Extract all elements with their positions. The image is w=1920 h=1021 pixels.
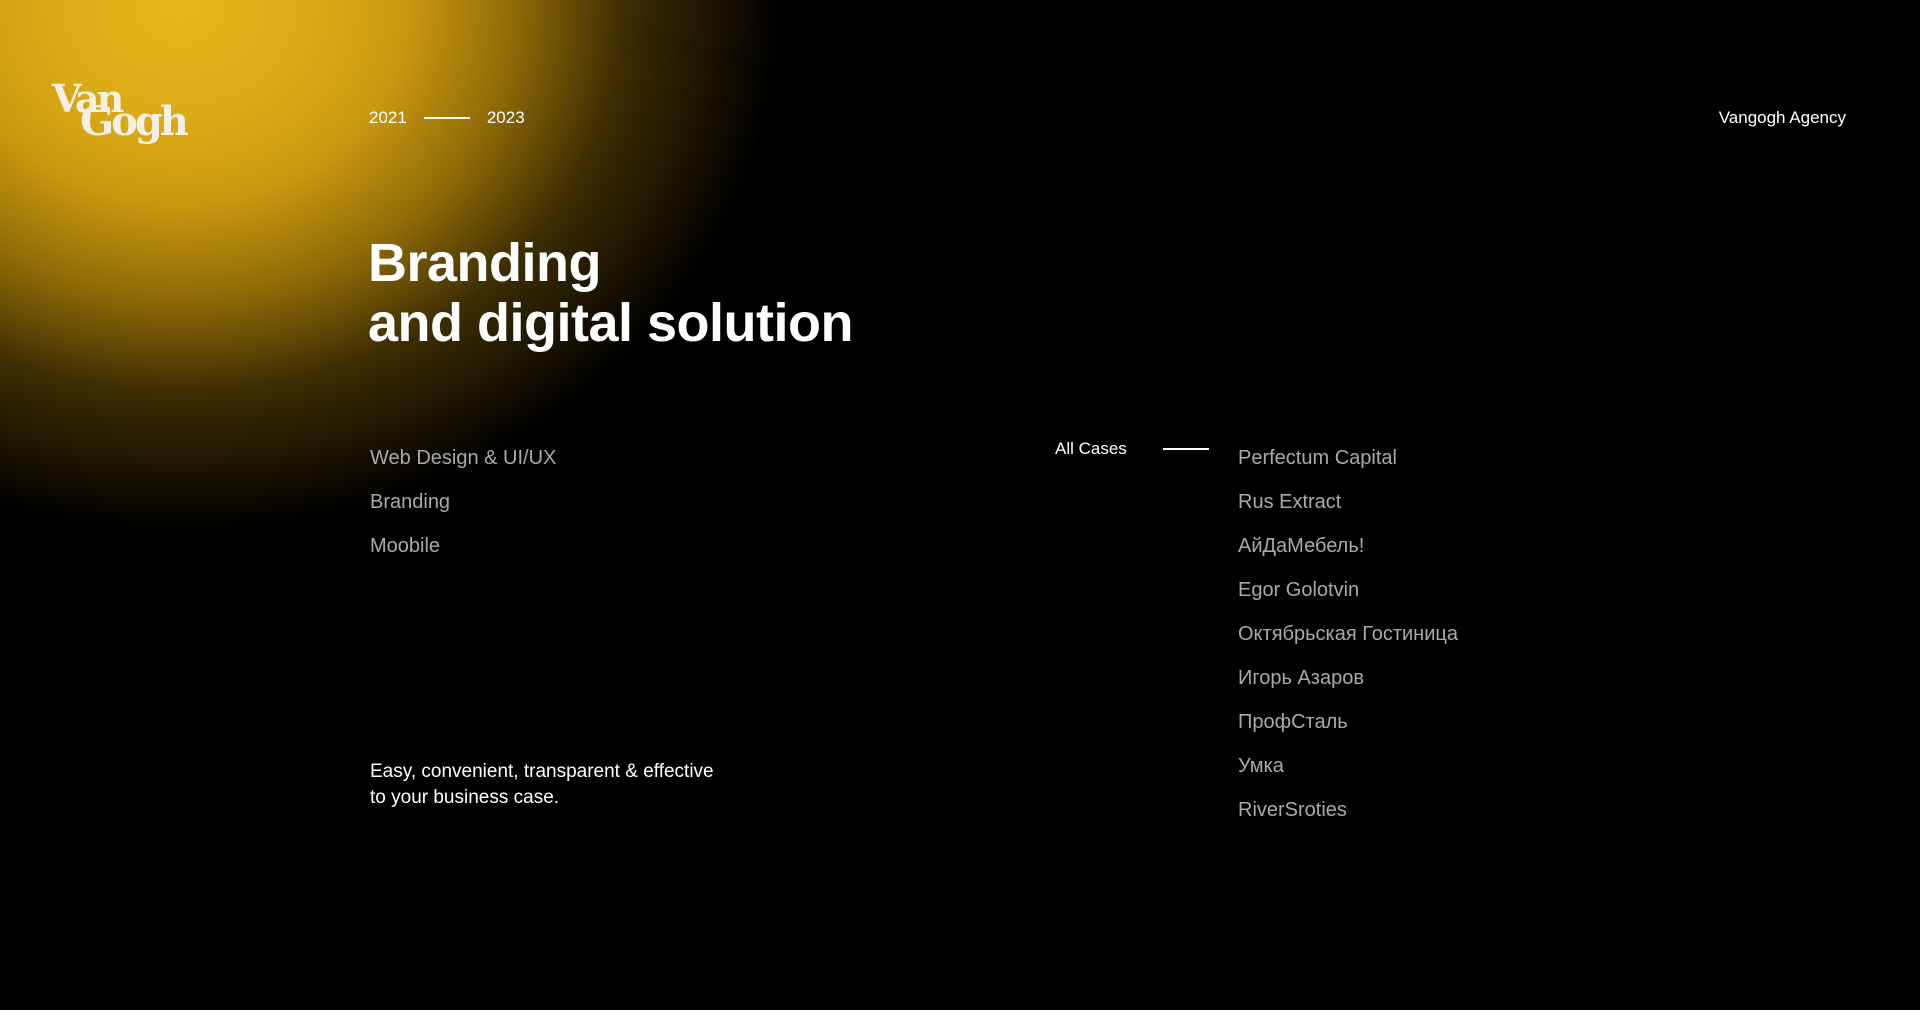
hero-title-line-1: Branding [368,233,602,293]
tagline-line-2: to your business case. [370,787,560,808]
case-item[interactable]: Умка [1238,744,1458,788]
year-start: 2021 [369,108,407,127]
case-item[interactable]: Rus Extract [1238,480,1458,524]
case-item[interactable]: ПрофСталь [1238,700,1458,744]
logo-text-bottom: Gogh [80,98,189,145]
case-item[interactable]: Egor Golotvin [1238,568,1458,612]
service-item-web-design[interactable]: Web Design & UI/UX [370,436,556,480]
year-end: 2023 [486,108,525,127]
case-item[interactable]: Perfectum Capital [1238,436,1458,480]
hero-title-line-2: and digital solution [368,293,853,353]
vangogh-logo[interactable]: Van Gogh [50,80,189,146]
all-cases-link[interactable]: All Cases [1055,439,1209,459]
year-range: 2021 2023 [369,108,525,128]
service-item-mobile[interactable]: Moobile [370,524,556,568]
tagline-line-1: Easy, convenient, transparent & effectiv… [370,761,714,782]
cases-list: Perfectum Capital Rus Extract АйДаМебель… [1238,436,1458,832]
hero-title: Branding and digital solution [368,233,853,353]
all-cases-label: All Cases [1055,439,1127,458]
case-item[interactable]: АйДаМебель! [1238,524,1458,568]
case-item[interactable]: RiverSroties [1238,788,1458,832]
landing-page: Van Gogh 2021 2023 Vangogh Agency Brandi… [0,0,1920,1010]
case-item[interactable]: Игорь Азаров [1238,656,1458,700]
case-item[interactable]: Октябрьская Гостиница [1238,612,1458,656]
tagline: Easy, convenient, transparent & effectiv… [370,759,770,811]
service-item-branding[interactable]: Branding [370,480,556,524]
year-range-divider [423,117,470,119]
all-cases-divider [1162,448,1209,450]
agency-name-link[interactable]: Vangogh Agency [1719,108,1846,128]
services-list: Web Design & UI/UX Branding Moobile [370,436,556,568]
